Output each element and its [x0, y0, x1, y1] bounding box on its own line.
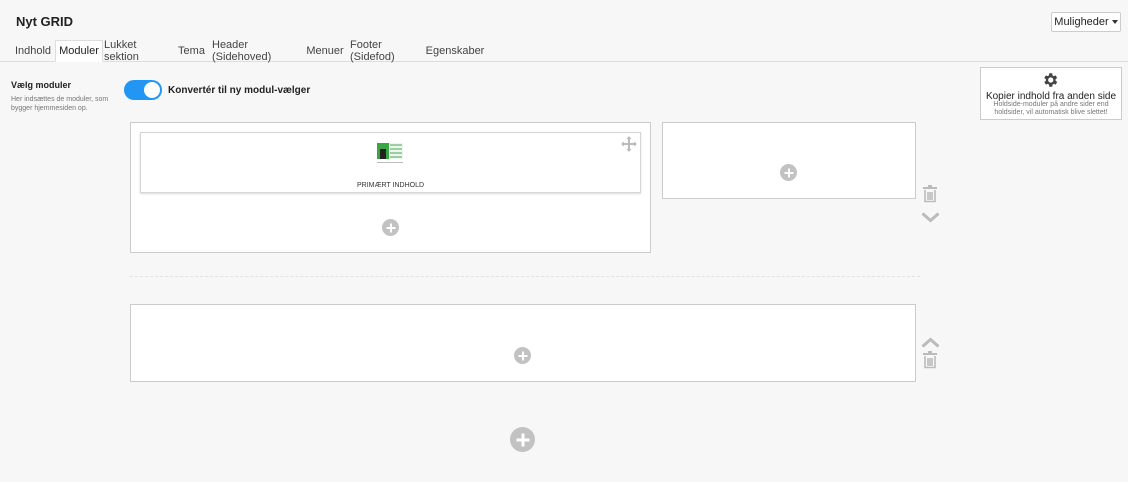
add-icon[interactable]	[780, 164, 797, 181]
tab-lukket-sektion[interactable]: Lukket sektion	[104, 39, 172, 63]
trash-icon[interactable]	[922, 185, 938, 208]
copy-content-button[interactable]: Kopier indhold fra anden side Holdside-m…	[980, 67, 1122, 120]
tab-tema[interactable]: Tema	[176, 41, 207, 60]
grid-cell-full	[130, 304, 916, 382]
tab-moduler[interactable]: Moduler	[55, 40, 103, 62]
grid-cell-left: PRIMÆRT INDHOLD	[130, 122, 651, 253]
tab-indhold[interactable]: Indhold	[11, 41, 55, 60]
add-row-icon[interactable]	[510, 427, 535, 452]
toggle-knob	[144, 82, 160, 98]
add-icon[interactable]	[514, 347, 531, 364]
page-title: Nyt GRID	[16, 14, 74, 29]
options-dropdown-button[interactable]: Muligheder	[1051, 12, 1121, 32]
grid-cell-right	[662, 122, 916, 199]
chevron-down-icon[interactable]	[921, 210, 940, 228]
caret-down-icon	[1111, 20, 1118, 24]
tab-bar: Indhold Moduler Lukket sektion Tema Head…	[0, 39, 1128, 63]
convert-toggle-label: Konvertér til ny modul-vælger	[168, 85, 311, 96]
tab-egenskaber[interactable]: Egenskaber	[426, 41, 485, 60]
tab-footer[interactable]: Footer (Sidefod)	[350, 39, 424, 63]
tab-menuer[interactable]: Menuer	[305, 41, 345, 60]
row-separator	[130, 276, 920, 277]
tab-header[interactable]: Header (Sidehoved)	[212, 39, 301, 63]
sidebar-description: Her indsættes de moduler, som bygger hje…	[11, 96, 109, 112]
options-label: Muligheder	[1054, 16, 1109, 28]
trash-icon[interactable]	[922, 351, 938, 374]
module-thumbnail-icon	[377, 143, 403, 170]
move-icon[interactable]	[621, 136, 637, 157]
sidebar-heading: Vælg moduler	[11, 80, 72, 90]
copy-content-description: Holdside-moduler på andre sider end hold…	[993, 101, 1109, 116]
module-card-primary[interactable]: PRIMÆRT INDHOLD	[140, 132, 641, 193]
convert-toggle[interactable]	[124, 80, 162, 100]
module-label: PRIMÆRT INDHOLD	[356, 182, 425, 189]
add-icon[interactable]	[382, 219, 399, 236]
